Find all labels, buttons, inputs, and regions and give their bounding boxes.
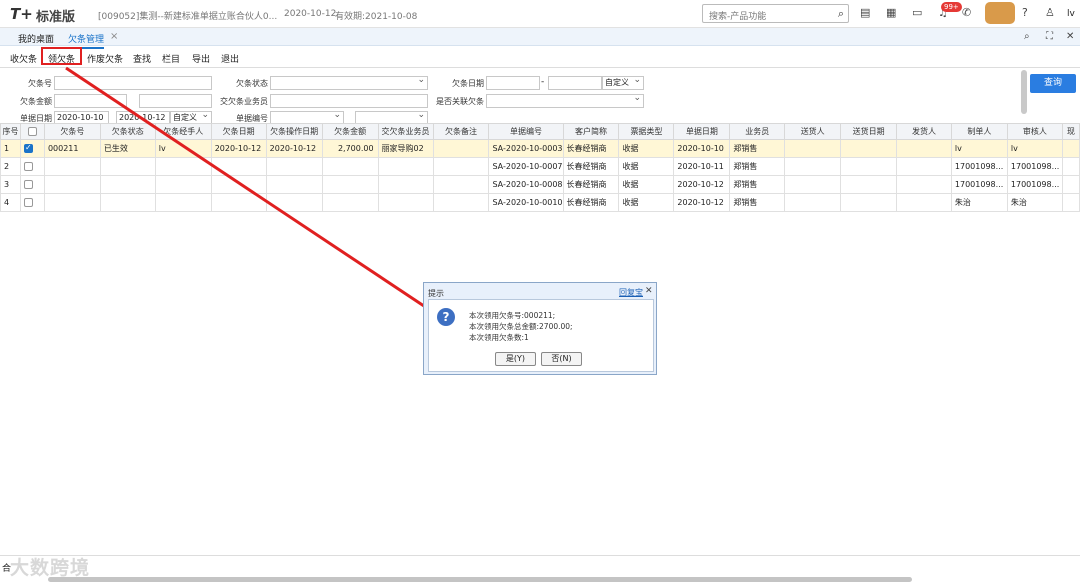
dialog-body: ? 本次领用欠条号:000211; 本次领用欠条总金额:2700.00; 本次领… [428,299,654,372]
dialog-line-1: 本次领用欠条号:000211; [469,311,556,320]
no-button[interactable]: 否(N) [541,352,582,366]
question-icon: ? [437,308,455,326]
arrow-line [65,66,443,320]
yes-button[interactable]: 是(Y) [495,352,536,366]
dialog-line-3: 本次领用欠条数:1 [469,333,529,342]
prompt-dialog: 提示 回复宝 ✕ ? 本次领用欠条号:000211; 本次领用欠条总金额:270… [423,282,657,375]
dialog-title: 提示 [428,289,444,298]
horizontal-scrollbar[interactable] [48,577,912,582]
close-icon[interactable]: ✕ [645,286,653,296]
watermark: 大数跨境 [10,557,91,579]
dialog-link[interactable]: 回复宝 [619,287,643,298]
dialog-line-2: 本次领用欠条总金额:2700.00; [469,322,573,331]
